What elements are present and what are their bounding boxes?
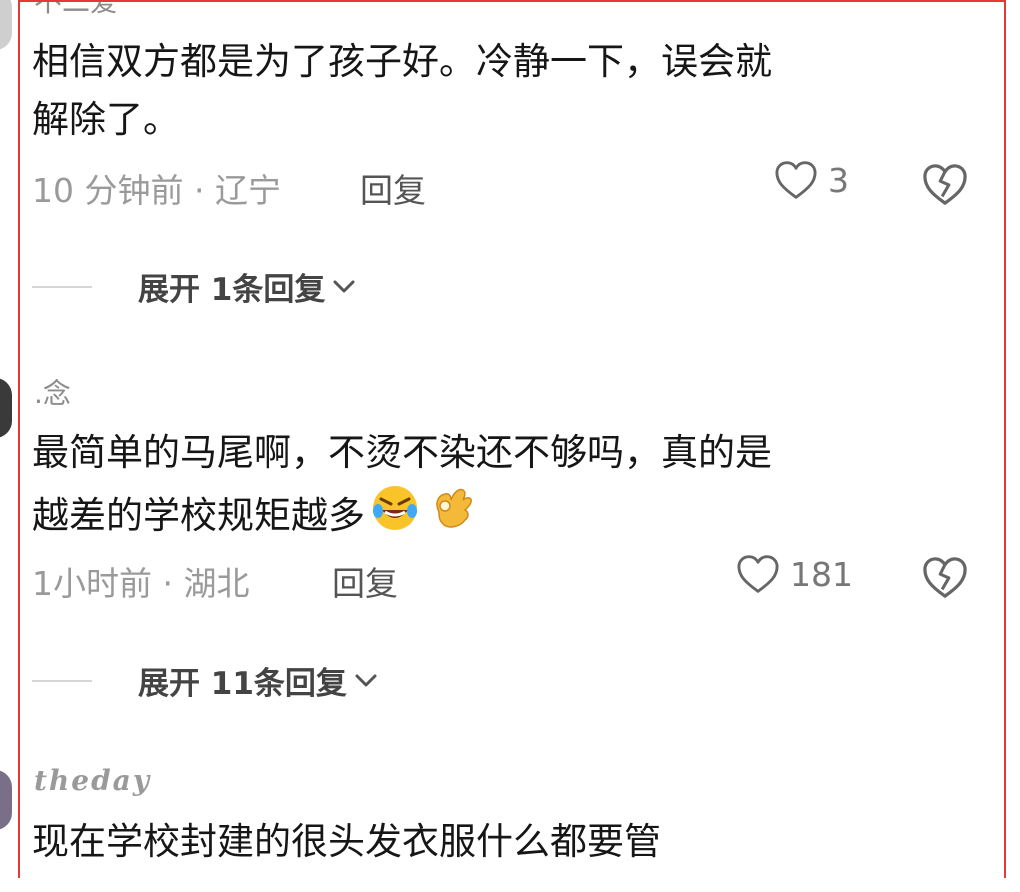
expand-replies[interactable]: 展开 11条回复 (32, 658, 379, 703)
comment-text-line: 解除了。 (32, 98, 180, 141)
comment-content: 现在学校封建的很头发衣服什么都要管 (32, 813, 661, 871)
like-button[interactable]: 3 (774, 160, 849, 200)
comment-text: 越差的学校规矩越多 (32, 494, 365, 537)
reply-button[interactable]: 回复 (332, 557, 398, 605)
avatar[interactable] (0, 0, 12, 50)
comment-meta: 10 分钟前 · 辽宁 (32, 171, 281, 210)
comment-text-line: 相信双方都是为了孩子好。冷静一下，误会就 (32, 40, 772, 83)
comment-text-line: 最简单的马尾啊，不烫不染还不够吗，真的是 (32, 431, 772, 474)
bottom-edge (0, 878, 1020, 892)
like-count: 181 (790, 554, 853, 594)
expand-replies[interactable]: 展开 1条回复 (32, 264, 357, 309)
divider (32, 285, 92, 288)
broken-heart-icon[interactable] (920, 555, 970, 599)
like-button[interactable]: 181 (736, 554, 853, 594)
comment-username[interactable]: theday (34, 764, 151, 797)
broken-heart-icon[interactable] (920, 162, 970, 206)
chevron-down-icon (333, 280, 355, 292)
comment-content: 最简单的马尾啊，不烫不染还不够吗，真的是 越差的学校规矩越多 (32, 424, 772, 545)
reply-button[interactable]: 回复 (360, 164, 426, 212)
ok-hand-emoji (436, 488, 472, 528)
expand-replies-label: 展开 11条回复 (138, 666, 347, 702)
rofl-emoji (373, 486, 417, 530)
heart-outline-icon (737, 555, 779, 593)
avatar[interactable] (0, 770, 12, 830)
expand-replies-label: 展开 1条回复 (138, 272, 326, 308)
comment-content: 相信双方都是为了孩子好。冷静一下，误会就 解除了。 (32, 33, 772, 149)
divider (32, 679, 92, 682)
comment-text-line: 越差的学校规矩越多 (32, 482, 772, 545)
like-count: 3 (828, 160, 849, 200)
comment-meta: 1小时前 · 湖北 (32, 564, 250, 603)
comment-username[interactable]: .念 (34, 372, 71, 412)
comment-text-line: 现在学校封建的很头发衣服什么都要管 (32, 820, 661, 863)
chevron-down-icon (355, 674, 377, 686)
avatar[interactable] (0, 378, 12, 438)
heart-outline-icon (775, 161, 817, 199)
